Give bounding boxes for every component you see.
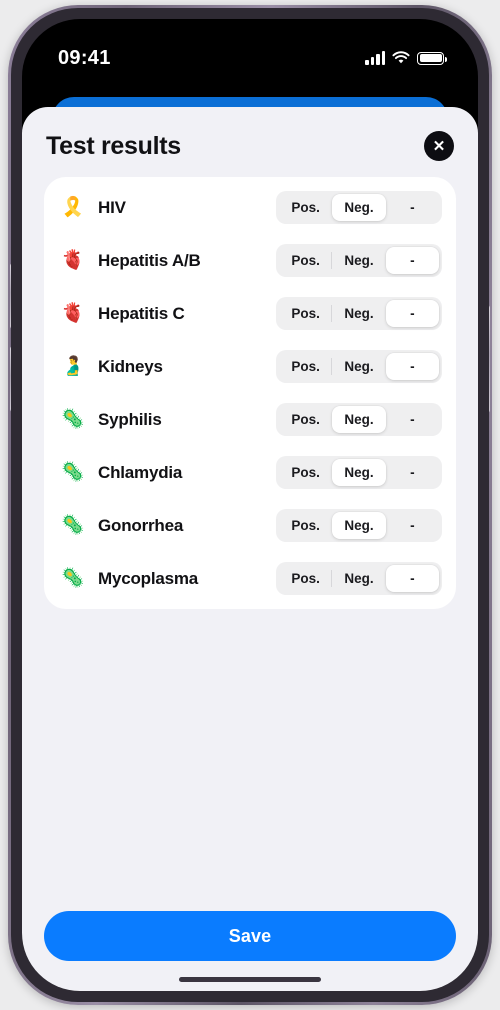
result-segmented-control: Pos. Neg. -	[276, 403, 442, 436]
segment-option-negative[interactable]: Neg.	[332, 459, 386, 486]
segment-option-positive[interactable]: Pos.	[279, 300, 332, 327]
segment-option-none[interactable]: -	[386, 194, 439, 221]
status-bar-icons	[365, 50, 447, 65]
test-results-sheet: Test results ✕ 🎗️ HIV Pos. Neg. - 🫀 Hepatitis …	[22, 107, 478, 991]
result-segmented-control: Pos. Neg. -	[276, 456, 442, 489]
result-segmented-control: Pos. Neg. -	[276, 350, 442, 383]
segment-option-negative[interactable]: Neg.	[332, 353, 385, 380]
segment-option-positive[interactable]: Pos.	[279, 247, 332, 274]
table-row: 🦠 Mycoplasma Pos. Neg. -	[44, 552, 456, 605]
status-bar-clock: 09:41	[58, 46, 111, 69]
result-segmented-control: Pos. Neg. -	[276, 509, 442, 542]
segment-option-positive[interactable]: Pos.	[279, 565, 332, 592]
phone-frame: 09:41 Test results ✕ 🎗️ HIV Pos. Neg. - …	[8, 5, 492, 1005]
red-ribbon-icon: 🎗️	[61, 197, 85, 218]
result-segmented-control: Pos. Neg. -	[276, 191, 442, 224]
segment-option-negative[interactable]: Neg.	[332, 512, 386, 539]
phone-screen: 09:41 Test results ✕ 🎗️ HIV Pos. Neg. - …	[22, 19, 478, 991]
table-row: 🎗️ HIV Pos. Neg. -	[44, 181, 456, 234]
close-icon[interactable]: ✕	[424, 131, 454, 161]
test-name-label: Gonorrhea	[98, 515, 184, 535]
segment-option-positive[interactable]: Pos.	[279, 353, 332, 380]
microbe-icon: 🦠	[61, 515, 85, 536]
kidneys-icon: 🫃	[61, 356, 85, 377]
segment-option-positive[interactable]: Pos.	[279, 512, 332, 539]
wifi-icon	[392, 51, 410, 64]
result-segmented-control: Pos. Neg. -	[276, 562, 442, 595]
result-segmented-control: Pos. Neg. -	[276, 297, 442, 330]
microbe-icon: 🦠	[61, 568, 85, 589]
table-row: 🦠 Syphilis Pos. Neg. -	[44, 393, 456, 446]
test-results-list: 🎗️ HIV Pos. Neg. - 🫀 Hepatitis A/B Pos. Neg. - 🫀 He…	[44, 177, 456, 609]
home-indicator[interactable]	[179, 977, 321, 982]
status-bar: 09:41	[22, 19, 478, 81]
cellular-signal-icon	[365, 50, 385, 65]
segment-option-none[interactable]: -	[385, 565, 439, 592]
segment-option-positive[interactable]: Pos.	[279, 459, 332, 486]
phone-bezel: 09:41 Test results ✕ 🎗️ HIV Pos. Neg. - …	[11, 8, 489, 1002]
segment-option-positive[interactable]: Pos.	[279, 194, 332, 221]
segment-option-none[interactable]: -	[385, 247, 439, 274]
test-name-label: Chlamydia	[98, 462, 183, 482]
table-row: 🦠 Gonorrhea Pos. Neg. -	[44, 499, 456, 552]
table-row: 🫃 Kidneys Pos. Neg. -	[44, 340, 456, 393]
save-button[interactable]: Save	[44, 911, 456, 961]
segment-option-negative[interactable]: Neg.	[332, 565, 385, 592]
table-row: 🫀 Hepatitis A/B Pos. Neg. -	[44, 234, 456, 287]
segment-option-negative[interactable]: Neg.	[332, 194, 386, 221]
segment-option-none[interactable]: -	[386, 459, 439, 486]
segment-option-negative[interactable]: Neg.	[332, 247, 385, 274]
test-name-label: Hepatitis C	[98, 303, 185, 323]
page-title: Test results	[46, 131, 181, 160]
test-name-label: Syphilis	[98, 409, 162, 429]
test-name-label: HIV	[98, 197, 126, 217]
table-row: 🦠 Chlamydia Pos. Neg. -	[44, 446, 456, 499]
sheet-header: Test results ✕	[22, 107, 478, 177]
test-name-label: Hepatitis A/B	[98, 250, 201, 270]
liver-icon: 🫀	[61, 303, 85, 324]
segment-option-positive[interactable]: Pos.	[279, 406, 332, 433]
sheet-body: 🎗️ HIV Pos. Neg. - 🫀 Hepatitis A/B Pos. Neg. - 🫀 He…	[22, 177, 478, 911]
segment-option-none[interactable]: -	[385, 300, 439, 327]
segment-option-none[interactable]: -	[386, 512, 439, 539]
table-row: 🫀 Hepatitis C Pos. Neg. -	[44, 287, 456, 340]
microbe-icon: 🦠	[61, 409, 85, 430]
segment-option-negative[interactable]: Neg.	[332, 300, 385, 327]
test-name-label: Mycoplasma	[98, 568, 199, 588]
liver-icon: 🫀	[61, 250, 85, 271]
segment-option-negative[interactable]: Neg.	[332, 406, 386, 433]
microbe-icon: 🦠	[61, 462, 85, 483]
result-segmented-control: Pos. Neg. -	[276, 244, 442, 277]
segment-option-none[interactable]: -	[386, 406, 439, 433]
battery-icon	[417, 51, 447, 65]
test-name-label: Kidneys	[98, 356, 163, 376]
segment-option-none[interactable]: -	[385, 353, 439, 380]
screenshot-root: 09:41 Test results ✕ 🎗️ HIV Pos. Neg. - …	[0, 0, 500, 1010]
